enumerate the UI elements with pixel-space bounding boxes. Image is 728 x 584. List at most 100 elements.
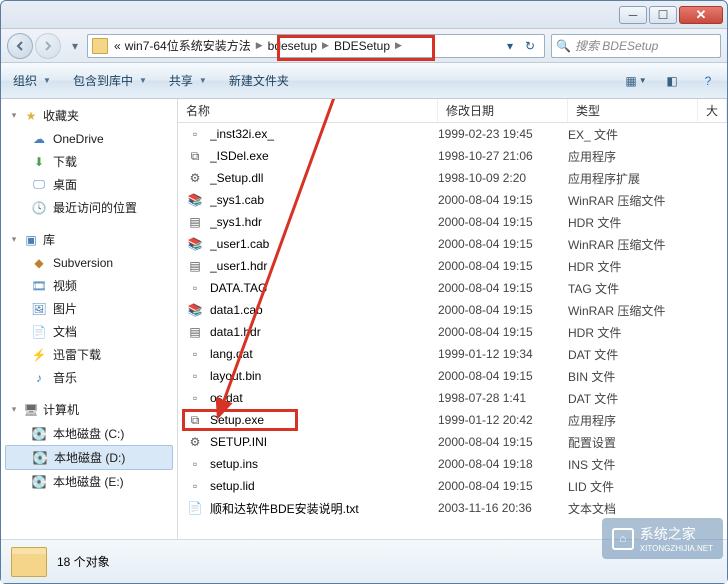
breadcrumb-3[interactable]: BDESetup xyxy=(332,35,392,57)
star-icon: ★ xyxy=(23,108,39,124)
breadcrumb-2[interactable]: bdesetup xyxy=(266,35,319,57)
share-menu[interactable]: 共享▼ xyxy=(165,69,211,92)
file-row[interactable]: ⧉_ISDel.exe1998-10-27 21:06应用程序 xyxy=(178,145,727,167)
preview-pane-button[interactable]: ◧ xyxy=(661,70,683,92)
history-dropdown[interactable]: ▾ xyxy=(67,36,83,56)
forward-button[interactable] xyxy=(35,33,61,59)
include-in-library-menu[interactable]: 包含到库中▼ xyxy=(69,69,151,92)
library-icon: ▣ xyxy=(23,232,39,248)
column-name[interactable]: 名称 xyxy=(178,99,438,122)
help-button[interactable]: ? xyxy=(697,70,719,92)
file-dat-icon: ▫ xyxy=(186,346,204,362)
computer-label: 计算机 xyxy=(43,401,79,418)
sidebar-group-libraries[interactable]: ▣ 库 xyxy=(1,227,177,252)
sidebar-item[interactable]: ⚡迅雷下载 xyxy=(1,343,177,366)
file-row[interactable]: 📚data1.cab2000-08-04 19:15WinRAR 压缩文件 xyxy=(178,299,727,321)
file-type: WinRAR 压缩文件 xyxy=(568,302,698,319)
file-type: 应用程序 xyxy=(568,148,698,165)
sidebar-group-computer[interactable]: 🖥 计算机 xyxy=(1,397,177,422)
file-date: 1999-01-12 20:42 xyxy=(438,413,568,427)
sidebar-item[interactable]: 🕓最近访问的位置 xyxy=(1,196,177,219)
new-folder-button[interactable]: 新建文件夹 xyxy=(225,69,293,92)
file-name: DATA.TAG xyxy=(210,281,438,295)
file-name: SETUP.INI xyxy=(210,435,438,449)
folder-icon xyxy=(92,38,108,54)
file-row[interactable]: ▤_user1.hdr2000-08-04 19:15HDR 文件 xyxy=(178,255,727,277)
sidebar-item[interactable]: ⬇下载 xyxy=(1,150,177,173)
organize-menu[interactable]: 组织▼ xyxy=(9,69,55,92)
file-name: os.dat xyxy=(210,391,438,405)
sidebar-item[interactable]: 🎞视频 xyxy=(1,274,177,297)
file-exe-icon: ⧉ xyxy=(186,148,204,164)
close-button[interactable]: ✕ xyxy=(679,6,723,24)
file-row[interactable]: ▫setup.lid2000-08-04 19:15LID 文件 xyxy=(178,475,727,497)
file-row[interactable]: ⚙_Setup.dll1998-10-09 2:20应用程序扩展 xyxy=(178,167,727,189)
chevron-right-icon[interactable] xyxy=(392,40,405,51)
file-row[interactable]: ▫_inst32i.ex_1999-02-23 19:45EX_ 文件 xyxy=(178,123,727,145)
column-size[interactable]: 大 xyxy=(698,99,727,122)
sidebar-item[interactable]: ◆Subversion xyxy=(1,252,177,274)
sidebar-item[interactable]: 💽本地磁盘 (D:) xyxy=(5,445,173,470)
sidebar-item[interactable]: 🖵桌面 xyxy=(1,173,177,196)
file-row[interactable]: ⧉Setup.exe1999-01-12 20:42应用程序 xyxy=(178,409,727,431)
sidebar-item-label: 下载 xyxy=(53,153,77,170)
file-row[interactable]: 📄顺和达软件BDE安装说明.txt2003-11-16 20:36文本文档 xyxy=(178,497,727,519)
refresh-button[interactable]: ↻ xyxy=(520,39,540,53)
breadcrumb-1[interactable]: win7-64位系统安装方法 xyxy=(123,35,253,57)
sidebar-item[interactable]: ☁OneDrive xyxy=(1,128,177,150)
column-type[interactable]: 类型 xyxy=(568,99,698,122)
sidebar-group-favorites[interactable]: ★ 收藏夹 xyxy=(1,103,177,128)
sidebar-item[interactable]: ♪音乐 xyxy=(1,366,177,389)
file-name: data1.cab xyxy=(210,303,438,317)
sidebar-item[interactable]: 💽本地磁盘 (E:) xyxy=(1,470,177,493)
maximize-button[interactable]: ☐ xyxy=(649,6,677,24)
view-options-button[interactable]: ▦▼ xyxy=(625,70,647,92)
file-date: 1999-01-12 19:34 xyxy=(438,347,568,361)
file-row[interactable]: ▤data1.hdr2000-08-04 19:15HDR 文件 xyxy=(178,321,727,343)
chevron-right-icon[interactable] xyxy=(319,40,332,51)
file-type: WinRAR 压缩文件 xyxy=(568,192,698,209)
file-list[interactable]: ▫_inst32i.ex_1999-02-23 19:45EX_ 文件⧉_ISD… xyxy=(178,123,727,539)
arrow-right-icon xyxy=(43,41,53,51)
chevron-down-icon: ▼ xyxy=(139,76,147,85)
sidebar-item[interactable]: 📄文档 xyxy=(1,320,177,343)
sidebar-item-label: 最近访问的位置 xyxy=(53,199,137,216)
minimize-button[interactable]: ─ xyxy=(619,6,647,24)
chevron-down-icon: ▼ xyxy=(199,76,207,85)
file-row[interactable]: ⚙SETUP.INI2000-08-04 19:15配置设置 xyxy=(178,431,727,453)
svn-icon: ◆ xyxy=(31,255,47,271)
file-row[interactable]: 📚_sys1.cab2000-08-04 19:15WinRAR 压缩文件 xyxy=(178,189,727,211)
file-row[interactable]: ▫setup.ins2000-08-04 19:18INS 文件 xyxy=(178,453,727,475)
expand-toggle-icon xyxy=(9,110,19,121)
sidebar-item[interactable]: 🖼图片 xyxy=(1,297,177,320)
watermark-logo-icon: ⌂ xyxy=(612,528,634,550)
back-button[interactable] xyxy=(7,33,33,59)
file-row[interactable]: ▫DATA.TAG2000-08-04 19:15TAG 文件 xyxy=(178,277,727,299)
file-cab-icon: 📚 xyxy=(186,236,204,252)
titlebar: ─ ☐ ✕ xyxy=(1,1,727,29)
file-row[interactable]: 📚_user1.cab2000-08-04 19:15WinRAR 压缩文件 xyxy=(178,233,727,255)
close-icon: ✕ xyxy=(696,7,707,23)
search-input[interactable]: 🔍 搜索 BDESetup xyxy=(551,34,721,58)
chevron-right-icon[interactable] xyxy=(253,40,266,51)
file-row[interactable]: ▫layout.bin2000-08-04 19:15BIN 文件 xyxy=(178,365,727,387)
file-row[interactable]: ▤_sys1.hdr2000-08-04 19:15HDR 文件 xyxy=(178,211,727,233)
file-date: 1998-10-27 21:06 xyxy=(438,149,568,163)
file-name: _sys1.hdr xyxy=(210,215,438,229)
file-dat-icon: ▫ xyxy=(186,368,204,384)
file-row[interactable]: ▫lang.dat1999-01-12 19:34DAT 文件 xyxy=(178,343,727,365)
address-bar[interactable]: « win7-64位系统安装方法 bdesetup BDESetup ▾ ↻ xyxy=(87,34,545,58)
addressbar-dropdown[interactable]: ▾ xyxy=(500,39,520,53)
file-type: TAG 文件 xyxy=(568,280,698,297)
file-date: 2000-08-04 19:15 xyxy=(438,325,568,339)
vid-icon: 🎞 xyxy=(31,278,47,294)
column-date[interactable]: 修改日期 xyxy=(438,99,568,122)
file-type: WinRAR 压缩文件 xyxy=(568,236,698,253)
watermark-text: 系统之家 xyxy=(640,524,713,544)
file-row[interactable]: ▫os.dat1998-07-28 1:41DAT 文件 xyxy=(178,387,727,409)
file-name: _user1.cab xyxy=(210,237,438,251)
file-name: setup.lid xyxy=(210,479,438,493)
sidebar-item[interactable]: 💽本地磁盘 (C:) xyxy=(1,422,177,445)
chevron-down-icon: ▼ xyxy=(43,76,51,85)
file-type: HDR 文件 xyxy=(568,258,698,275)
